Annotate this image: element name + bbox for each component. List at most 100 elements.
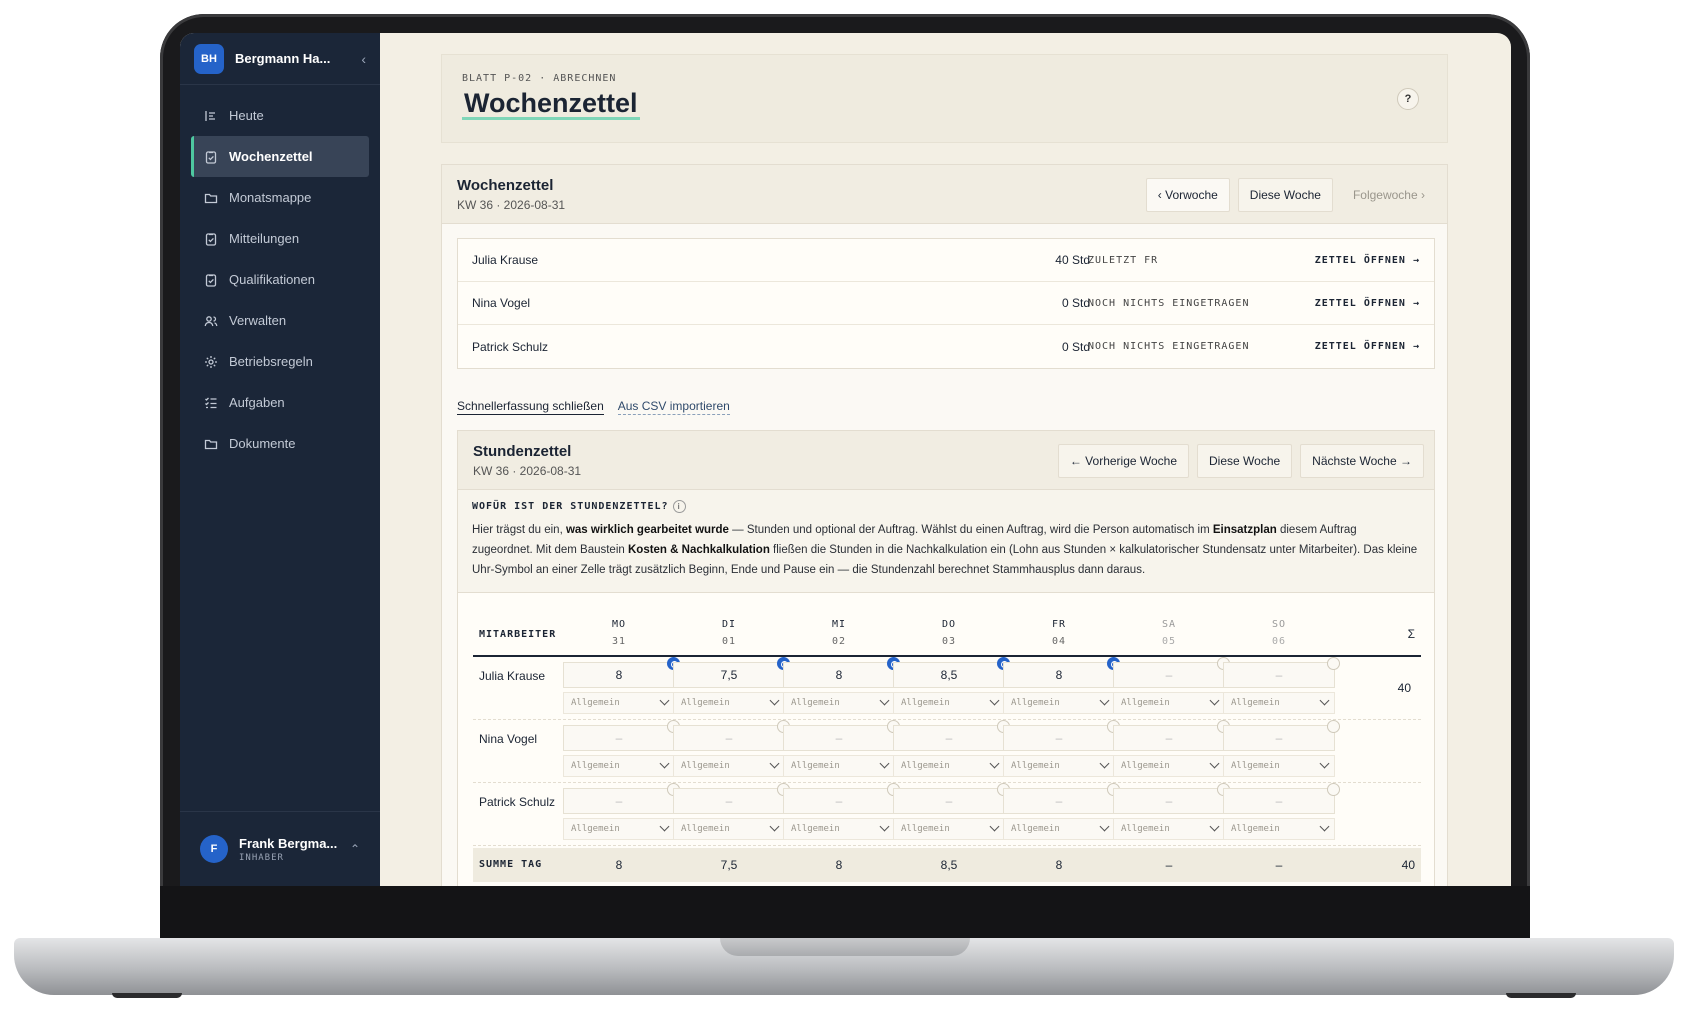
- following-week-button[interactable]: Nächste Woche →: [1300, 444, 1424, 478]
- hours-input[interactable]: 8: [1003, 657, 1120, 688]
- job-select[interactable]: Allgemein: [1113, 692, 1225, 714]
- sidebar-item-qualifikationen[interactable]: Qualifikationen: [191, 259, 369, 300]
- open-sheet-link[interactable]: ZETTEL ÖFFNEN →: [1315, 298, 1420, 309]
- this-week-button[interactable]: Diese Woche: [1237, 178, 1333, 212]
- job-select-value: Allgemein: [1121, 824, 1170, 834]
- employee-hours: 0 Std: [1061, 296, 1090, 310]
- sidebar-item-dokumente[interactable]: Dokumente: [191, 423, 369, 464]
- today-icon: [204, 109, 218, 123]
- prev-week-button[interactable]: ‹ Vorwoche: [1145, 178, 1230, 212]
- list-item: Patrick Schulz 0 Std NOCH NICHTS EINGETRAG…: [458, 325, 1434, 368]
- hours-input[interactable]: –: [1223, 720, 1340, 751]
- hours-input[interactable]: –: [673, 720, 790, 751]
- next-week-button[interactable]: Folgewoche ›: [1341, 178, 1437, 212]
- hours-input[interactable]: 7,5: [673, 657, 790, 688]
- hours-input[interactable]: –: [1113, 720, 1230, 751]
- sidebar-item-wochenzettel[interactable]: Wochenzettel: [191, 136, 369, 177]
- job-select[interactable]: Allgemein: [893, 818, 1005, 840]
- job-select[interactable]: Allgemein: [673, 818, 785, 840]
- info-text-bold: Einsatzplan: [1212, 524, 1277, 536]
- hours-input[interactable]: –: [893, 783, 1010, 814]
- previous-week-button[interactable]: ← Vorherige Woche: [1057, 444, 1190, 478]
- day-column-header: SO 06: [1223, 619, 1335, 647]
- hours-input[interactable]: –: [1113, 657, 1230, 688]
- sidebar-item-aufgaben[interactable]: Aufgaben: [191, 382, 369, 423]
- hours-input[interactable]: –: [783, 783, 900, 814]
- current-week-button[interactable]: Diese Woche: [1197, 444, 1293, 478]
- day-number: 31: [611, 636, 627, 647]
- job-select[interactable]: Allgemein: [563, 692, 675, 714]
- job-select-value: Allgemein: [901, 698, 950, 708]
- day-sum: 8: [1055, 858, 1063, 872]
- hours-value: –: [725, 794, 733, 808]
- sidebar-item-label: Mitteilungen: [229, 231, 300, 246]
- open-sheet-link[interactable]: ZETTEL ÖFFNEN →: [1315, 255, 1420, 266]
- hours-input[interactable]: –: [1113, 783, 1230, 814]
- day-number: 01: [721, 636, 737, 647]
- job-select[interactable]: Allgemein: [1223, 692, 1335, 714]
- job-select[interactable]: Allgemein: [783, 755, 895, 777]
- open-sheet-link[interactable]: ZETTEL ÖFFNEN →: [1315, 341, 1420, 352]
- job-select[interactable]: Allgemein: [1113, 755, 1225, 777]
- job-select[interactable]: Allgemein: [673, 692, 785, 714]
- hours-input[interactable]: –: [1223, 657, 1340, 688]
- job-select-value: Allgemein: [681, 824, 730, 834]
- collapse-sidebar-icon[interactable]: ‹: [361, 51, 366, 67]
- hours-input[interactable]: 8: [563, 657, 680, 688]
- checklist-icon: [204, 396, 218, 410]
- hours-value: –: [615, 794, 623, 808]
- info-icon[interactable]: i: [672, 500, 686, 513]
- job-select[interactable]: Allgemein: [893, 755, 1005, 777]
- sum-column-header: Σ: [1407, 627, 1415, 641]
- job-select[interactable]: Allgemein: [783, 692, 895, 714]
- day-number: 06: [1271, 636, 1287, 647]
- job-select[interactable]: Allgemein: [1003, 818, 1115, 840]
- hours-input[interactable]: –: [1223, 783, 1340, 814]
- day-sum: 8,5: [940, 858, 958, 872]
- info-text-bold: Kosten & Nachkalkulation: [627, 544, 770, 556]
- hours-input[interactable]: –: [673, 783, 790, 814]
- weekday: FR: [1051, 619, 1067, 630]
- hours-input[interactable]: –: [563, 720, 680, 751]
- table-row: Julia Krause 8 Allgemein 7,5 Allgemein 8 Allge…: [473, 657, 1421, 720]
- chevron-down-icon: [1319, 821, 1330, 832]
- sidebar-item-monatsmappe[interactable]: Monatsmappe: [191, 177, 369, 218]
- hours-input[interactable]: –: [1003, 783, 1120, 814]
- close-quick-entry-link[interactable]: Schnellerfassung schließen: [457, 399, 604, 415]
- job-select-value: Allgemein: [1231, 824, 1280, 834]
- timesheet-title: Stundenzettel: [473, 443, 572, 460]
- job-select[interactable]: Allgemein: [1003, 755, 1115, 777]
- job-select[interactable]: Allgemein: [893, 692, 1005, 714]
- clock-icon[interactable]: [1327, 657, 1340, 670]
- clock-icon[interactable]: [1327, 720, 1340, 733]
- clock-icon[interactable]: [1327, 783, 1340, 796]
- chevron-down-icon: [1099, 821, 1110, 832]
- sidebar-item-mitteilungen[interactable]: Mitteilungen: [191, 218, 369, 259]
- job-select[interactable]: Allgemein: [1003, 692, 1115, 714]
- hours-input[interactable]: 8,5: [893, 657, 1010, 688]
- job-select[interactable]: Allgemein: [673, 755, 785, 777]
- job-select[interactable]: Allgemein: [1223, 755, 1335, 777]
- job-select[interactable]: Allgemein: [563, 818, 675, 840]
- job-select[interactable]: Allgemein: [783, 818, 895, 840]
- chevron-up-icon[interactable]: ⌃: [350, 842, 360, 856]
- folder-icon: [204, 437, 218, 451]
- hours-input[interactable]: –: [783, 720, 900, 751]
- workspace-switcher[interactable]: BH Bergmann Ha... ‹: [180, 33, 380, 85]
- job-select-value: Allgemein: [901, 824, 950, 834]
- job-select[interactable]: Allgemein: [563, 755, 675, 777]
- hours-input[interactable]: –: [563, 783, 680, 814]
- sidebar-item-betriebsregeln[interactable]: Betriebsregeln: [191, 341, 369, 382]
- hours-value: –: [945, 731, 953, 745]
- job-select[interactable]: Allgemein: [1223, 818, 1335, 840]
- user-menu[interactable]: F Frank Bergma... INHABER ⌃: [180, 811, 380, 886]
- csv-import-link[interactable]: Aus CSV importieren: [617, 399, 730, 415]
- employee-name: Julia Krause: [472, 253, 539, 267]
- job-select[interactable]: Allgemein: [1113, 818, 1225, 840]
- hours-input[interactable]: –: [893, 720, 1010, 751]
- help-button[interactable]: ?: [1397, 88, 1419, 110]
- hours-input[interactable]: 8: [783, 657, 900, 688]
- sidebar-item-heute[interactable]: Heute: [191, 95, 369, 136]
- sidebar-item-verwalten[interactable]: Verwalten: [191, 300, 369, 341]
- hours-input[interactable]: –: [1003, 720, 1120, 751]
